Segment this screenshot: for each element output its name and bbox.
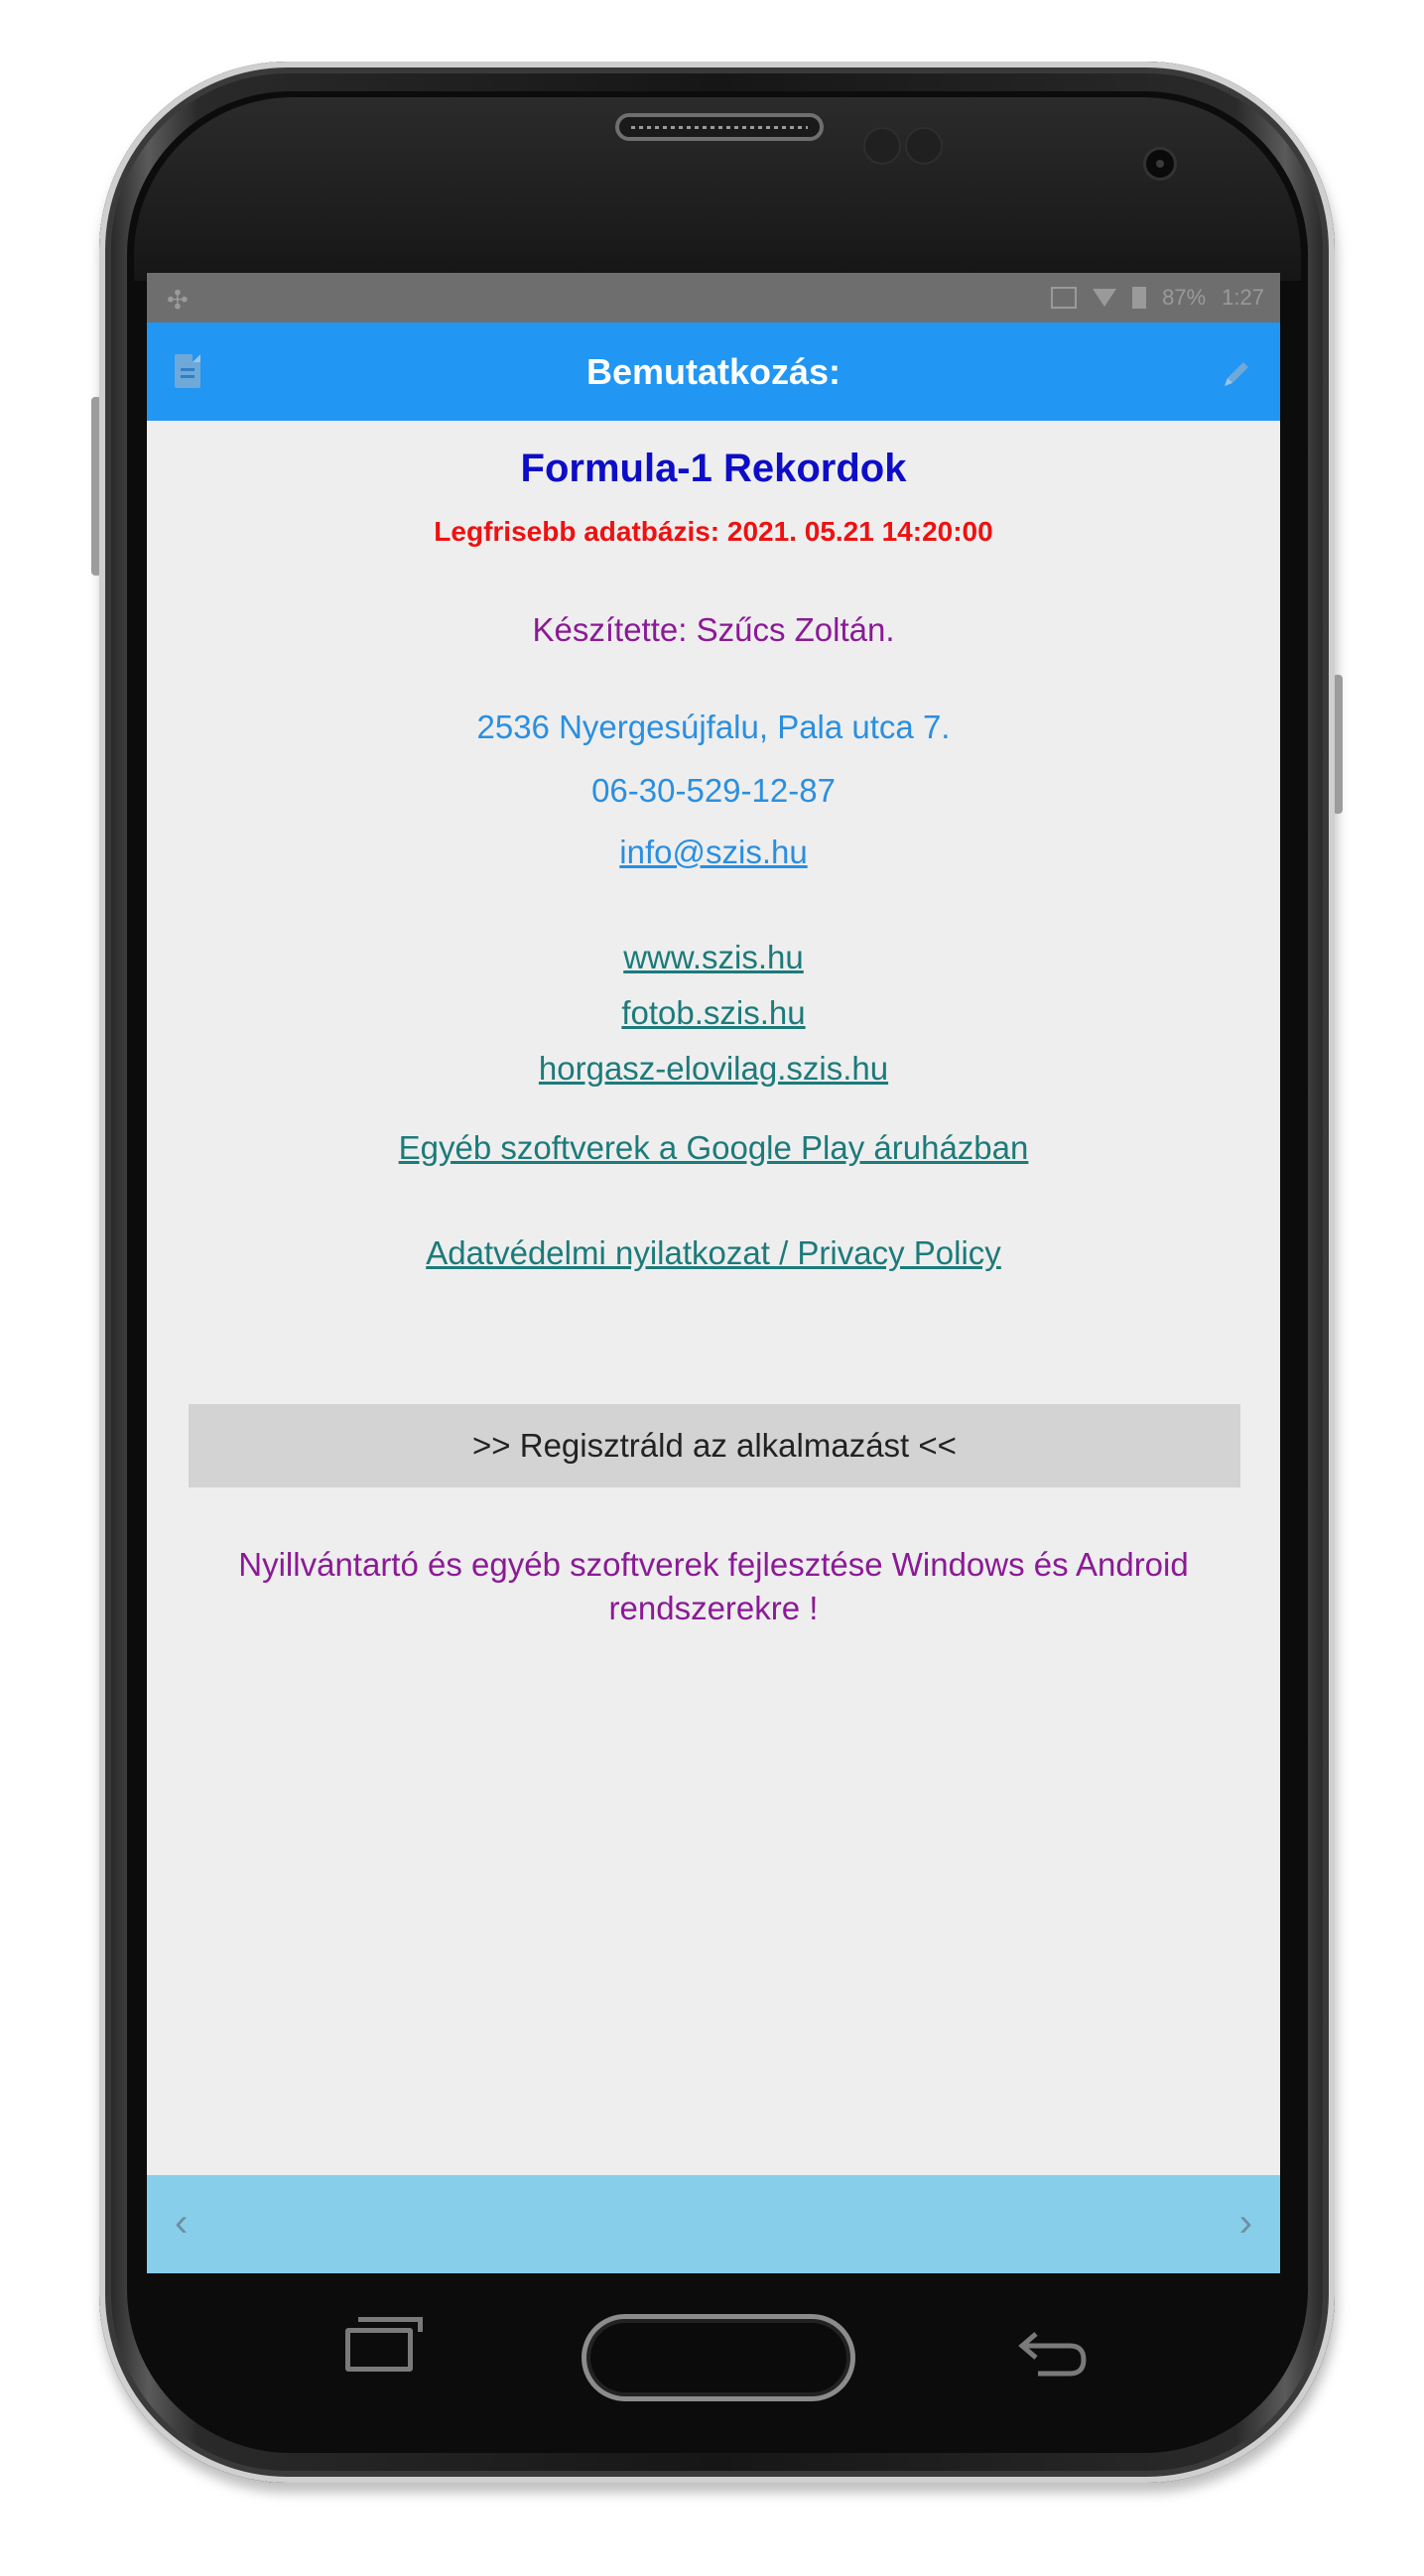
- privacy-policy-link[interactable]: Adatvédelmi nyilatkozat / Privacy Policy: [147, 1234, 1280, 1272]
- chevron-left-icon[interactable]: ‹: [175, 2201, 188, 2246]
- more-software-link[interactable]: Egyéb szoftverek a Google Play áruházban: [147, 1129, 1280, 1167]
- clock: 1:27: [1222, 285, 1264, 310]
- address: 2536 Nyergesújfalu, Pala utca 7.: [476, 708, 951, 745]
- email-link[interactable]: info@szis.hu: [147, 834, 1280, 871]
- phone-number[interactable]: 06-30-529-12-87: [147, 772, 1280, 810]
- page-title: Bemutatkozás:: [585, 351, 841, 392]
- chevron-right-icon[interactable]: ›: [1239, 2201, 1252, 2246]
- tagline: Nyillvántartó és egyéb szoftverek fejles…: [238, 1546, 1189, 1626]
- wifi-icon: [1093, 289, 1117, 307]
- website-link-fotob[interactable]: fotob.szis.hu: [147, 994, 1280, 1032]
- gamepad-icon: ✣: [167, 285, 189, 315]
- sim-icon: [1051, 287, 1078, 309]
- app-name: Formula-1 Rekordok: [520, 447, 907, 490]
- app-bar: Bemutatkozás:: [147, 322, 1280, 421]
- proximity-sensor: [863, 127, 901, 165]
- phone-screen: ✣ 87% 1:27 Bemutatkozás: Formula-1 Rekor…: [147, 273, 1280, 2273]
- database-date: Legfrisebb adatbázis: 2021. 05.21 14:20:…: [434, 516, 993, 547]
- battery-icon: [1132, 287, 1147, 309]
- front-camera: [1143, 147, 1177, 181]
- pencil-icon[interactable]: [1219, 356, 1254, 392]
- battery-percent: 87%: [1162, 285, 1207, 310]
- website-link-horgasz[interactable]: horgasz-elovilag.szis.hu: [147, 1050, 1280, 1088]
- author: Készítette: Szűcs Zoltán.: [532, 611, 895, 648]
- recent-apps-key[interactable]: [345, 2317, 423, 2372]
- website-link-szis[interactable]: www.szis.hu: [147, 939, 1280, 976]
- status-bar: ✣ 87% 1:27: [147, 273, 1280, 322]
- earpiece-speaker: [615, 113, 824, 141]
- register-button[interactable]: >> Regisztráld az alkalmazást <<: [189, 1404, 1240, 1487]
- back-key-icon[interactable]: [1014, 2322, 1092, 2382]
- light-sensor: [905, 127, 943, 165]
- home-button[interactable]: [582, 2314, 855, 2401]
- bottom-nav-bar: ‹ ›: [147, 2175, 1280, 2273]
